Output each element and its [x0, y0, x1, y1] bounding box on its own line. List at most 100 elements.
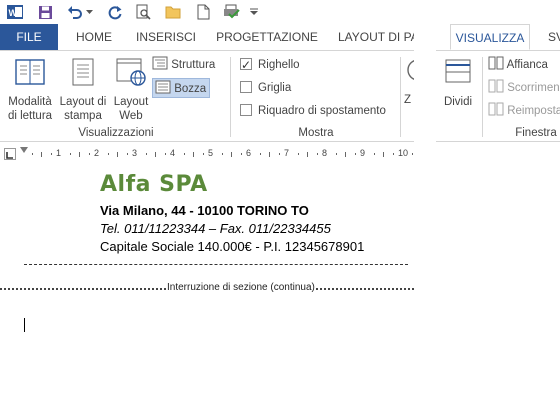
print-preview-icon[interactable]	[134, 3, 152, 21]
section-break-label: Interruzione di sezione (continua)	[166, 282, 316, 293]
ruler-number: 3	[132, 148, 138, 158]
side-by-side-button[interactable]: Affianca	[488, 55, 548, 75]
navigation-pane-label: Riquadro di spostamento	[258, 105, 386, 117]
print-layout-icon	[56, 57, 110, 91]
ruler-tick	[50, 153, 52, 155]
print-layout-label-1: Layout di	[59, 96, 107, 108]
print-layout-button[interactable]: Layout di stampa	[56, 55, 110, 123]
undo-dropdown-icon[interactable]	[84, 3, 94, 21]
company-capital: Capitale Sociale 140.000€ - P.I. 1234567…	[100, 239, 365, 254]
redo-icon[interactable]	[106, 3, 124, 21]
sync-scrolling-button[interactable]: Scorrimen	[488, 78, 560, 98]
ruler-tick	[335, 153, 337, 155]
customize-qat-icon[interactable]	[248, 3, 260, 21]
tab-view[interactable]: VISUALIZZA	[450, 24, 530, 50]
ruler-number: 7	[284, 148, 290, 158]
undo-icon[interactable]	[66, 3, 84, 21]
zoom-label: Z	[404, 94, 412, 106]
group-label-views: Visualizzazioni	[78, 127, 154, 139]
quick-access-toolbar: W	[0, 0, 414, 24]
word-window-left: W FILE HOME INSERISCI PROGETTAZIONE LAYO…	[0, 0, 414, 400]
outline-label: Struttura	[171, 59, 216, 71]
ruler-tick	[269, 151, 270, 157]
tab-file[interactable]: FILE	[0, 24, 58, 50]
reading-mode-label-1: Modalità	[8, 96, 52, 108]
ruler-number: 6	[246, 148, 252, 158]
split-button[interactable]: Dividi	[438, 55, 478, 109]
word-logo-icon[interactable]: W	[6, 3, 24, 21]
gridlines-check-icon	[240, 81, 252, 93]
outline-icon	[152, 56, 168, 71]
sync-scrolling-label: Scorrimen	[507, 82, 560, 94]
ruler-tick	[240, 153, 242, 155]
ruler-tick	[383, 151, 384, 157]
outline-button[interactable]: Struttura	[152, 55, 222, 75]
word-window-right: VISUALIZZA SV Dividi Affianca Scorrimen …	[436, 0, 560, 142]
tab-layout[interactable]: LAYOUT DI PA	[338, 24, 414, 50]
group-label-show: Mostra	[298, 127, 334, 139]
horizontal-ruler[interactable]: 1 2 3 4 5 6 7 8 9 10	[0, 146, 414, 162]
document-page[interactable]: Alfa SPA Via Milano, 44 - 10100 TORINO T…	[0, 162, 414, 400]
open-folder-icon[interactable]	[164, 3, 182, 21]
side-by-side-label: Affianca	[506, 59, 548, 71]
reading-mode-label-2: di lettura	[7, 110, 53, 122]
tab-design[interactable]: PROGETTAZIONE	[212, 24, 322, 50]
ruler-checkbox[interactable]: Righello	[240, 55, 300, 75]
draft-button[interactable]: Bozza	[152, 78, 210, 98]
web-layout-button[interactable]: Layout Web	[110, 55, 152, 123]
ruler-number: 2	[94, 148, 100, 158]
ruler-number: 10	[398, 148, 409, 158]
tab-selector-icon[interactable]	[4, 148, 16, 160]
reading-mode-button[interactable]: Modalità di lettura	[2, 55, 58, 123]
text-cursor	[24, 318, 25, 332]
ruler-tick	[411, 153, 413, 155]
ruler-number: 5	[208, 148, 214, 158]
tab-home[interactable]: HOME	[66, 24, 122, 50]
ruler-tick	[183, 153, 185, 155]
reset-position-icon	[488, 102, 504, 117]
company-contacts: Tel. 011/11223344 – Fax. 011/22334455	[100, 221, 331, 236]
draft-label: Bozza	[174, 83, 207, 95]
ruler-number: 1	[56, 148, 62, 158]
ruler-tick	[392, 153, 394, 155]
ruler-tick	[164, 153, 166, 155]
ruler-tick	[354, 153, 356, 155]
section-break: Interruzione di sezione (continua)	[0, 282, 414, 296]
tab-view-next[interactable]: SV	[548, 24, 560, 50]
ruler-check-icon	[240, 55, 252, 75]
ruler-tick	[202, 153, 204, 155]
gridlines-checkbox[interactable]: Griglia	[240, 78, 291, 98]
ruler-tick	[107, 153, 109, 155]
draft-icon	[155, 80, 171, 95]
dashed-divider	[24, 264, 408, 265]
reset-position-button[interactable]: Reimposta	[488, 101, 560, 121]
ruler-tick	[69, 153, 71, 155]
web-layout-label-2: Web	[119, 110, 143, 122]
ruler-tick	[126, 153, 128, 155]
spelling-check-icon[interactable]	[222, 3, 240, 21]
ruler-tick	[145, 153, 147, 155]
navigation-pane-checkbox[interactable]: Riquadro di spostamento	[240, 101, 386, 121]
tab-insert[interactable]: INSERISCI	[132, 24, 200, 50]
ruler-tick	[88, 153, 90, 155]
save-icon[interactable]	[36, 3, 54, 21]
ruler-number: 8	[322, 148, 328, 158]
ruler-indent-marker[interactable]	[20, 147, 28, 153]
web-layout-label-1: Layout	[113, 96, 149, 108]
ruler-tick	[221, 153, 223, 155]
ruler-tick	[193, 151, 194, 157]
ribbon-panel-window: Dividi Affianca Scorrimen Reimposta Fine…	[436, 50, 560, 142]
reset-position-label: Reimposta	[507, 105, 560, 117]
company-address: Via Milano, 44 - 10100 TORINO TO	[100, 203, 309, 218]
ruler-tick	[278, 153, 280, 155]
ruler-tick	[345, 151, 346, 157]
ruler-tick	[259, 153, 261, 155]
ruler-tick	[117, 151, 118, 157]
zoom-button[interactable]: Z	[404, 55, 414, 107]
ruler-tick	[31, 153, 33, 155]
new-document-icon[interactable]	[194, 3, 212, 21]
group-separator	[230, 57, 231, 137]
side-by-side-icon	[488, 56, 504, 71]
ruler-tick	[307, 151, 308, 157]
ruler-tick	[155, 151, 156, 157]
